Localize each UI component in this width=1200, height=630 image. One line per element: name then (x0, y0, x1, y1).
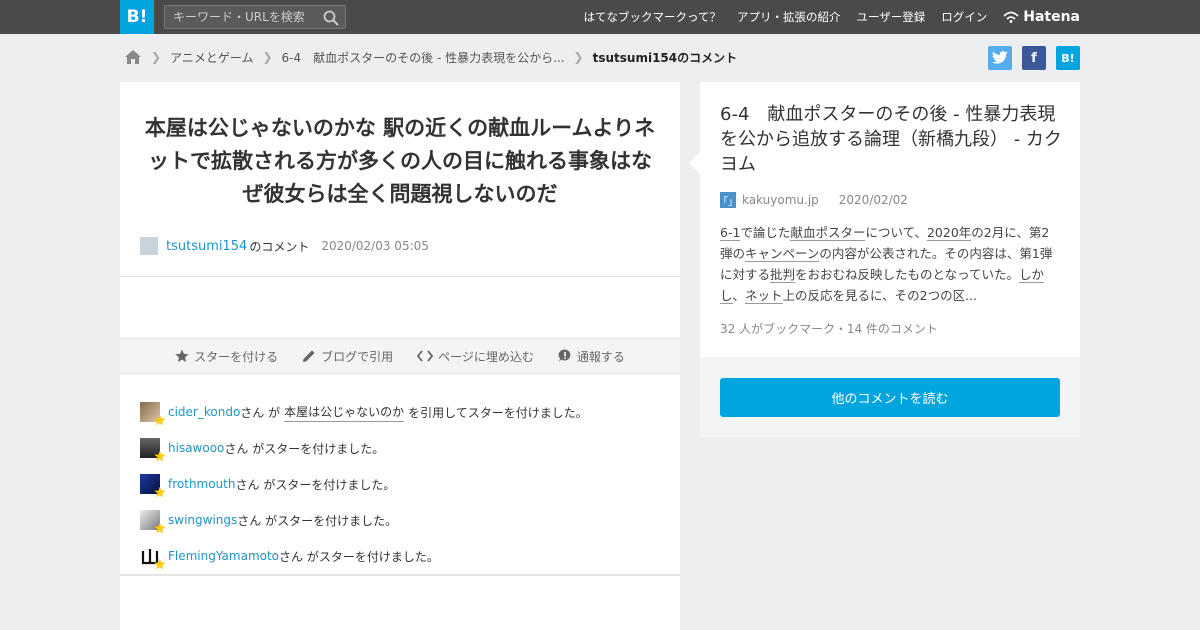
add-star-label: スターを付ける (194, 349, 279, 364)
keyword-link[interactable]: キャンペーン (745, 246, 820, 262)
breadcrumb-category[interactable]: アニメとゲーム (170, 49, 253, 66)
divider (120, 276, 680, 277)
star-user-link[interactable]: cider_kondo (168, 405, 240, 419)
comment-date[interactable]: 2020/02/03 05:05 (321, 239, 429, 253)
list-item: ★ frothmouth さん がスターを付けました。 (140, 466, 660, 502)
summary-text: をおおむね反映したものとなっていた。 (795, 267, 1020, 282)
yellow-star-icon: ★ (153, 521, 166, 537)
star-text: さん が (240, 405, 281, 420)
keyword-link[interactable]: 2020年 (926, 225, 972, 241)
star-text: さん がスターを付けました。 (237, 513, 398, 528)
star-user-link[interactable]: frothmouth (168, 477, 236, 491)
avatar[interactable]: ★ (140, 510, 166, 536)
avatar[interactable]: ★ (140, 438, 166, 464)
list-item: ★ cider_kondo さん が 本屋は公じゃないのか を引用してスターを付… (140, 394, 660, 430)
blog-quote-button[interactable]: ブログで引用 (302, 348, 393, 365)
keyword-link[interactable]: 批判 (770, 267, 796, 283)
nav-login-link[interactable]: ログイン (941, 9, 987, 25)
avatar[interactable]: ★ (140, 546, 166, 572)
entry-date: 2020/02/02 (838, 193, 908, 207)
hatena-wifi-icon (1003, 11, 1019, 23)
pencil-icon (303, 350, 315, 362)
chevron-right-icon: ❯ (151, 50, 162, 64)
keyword-link[interactable]: 献血ポスター (790, 225, 866, 241)
star-text: を引用してスターを付けました。 (408, 405, 588, 420)
kakuyomu-favicon-icon: 「」 (718, 192, 738, 208)
star-list: ★ cider_kondo さん が 本屋は公じゃないのか を引用してスターを付… (140, 394, 660, 574)
star-user-link[interactable]: swingwings (168, 513, 237, 527)
search-box[interactable] (164, 5, 346, 29)
avatar[interactable]: ★ (140, 402, 166, 428)
list-item: ★ FlemingYamamoto さん がスターを付けました。 (140, 538, 660, 574)
top-bar: B! はてなブックマークって？ アプリ・拡張の紹介 ユーザー登録 ログイン Ha… (0, 0, 1200, 34)
action-bar: スターを付ける ブログで引用 ページに埋め込む 通報する (120, 338, 680, 374)
list-item: ★ swingwings さん がスターを付けました。 (140, 502, 660, 538)
embed-label: ページに埋め込む (438, 349, 534, 364)
top-nav: はてなブックマークって？ アプリ・拡張の紹介 ユーザー登録 ログイン Haten… (568, 0, 1080, 34)
add-star-button[interactable]: スターを付ける (175, 348, 278, 365)
summary-text: 上の反応を見るに、その2つの区... (782, 288, 978, 303)
breadcrumb-current: tsutsumi154のコメント (592, 50, 738, 65)
star-icon (175, 349, 189, 362)
report-button[interactable]: 通報する (558, 348, 625, 365)
comment-card: 本屋は公じゃないのかな 駅の近くの献血ルームよりネットで拡散される方が多くの人の… (120, 82, 680, 630)
yellow-star-icon: ★ (153, 485, 166, 501)
chevron-right-icon: ❯ (573, 50, 584, 64)
blog-quote-label: ブログで引用 (321, 349, 394, 364)
search-input[interactable] (165, 6, 315, 28)
avatar[interactable] (140, 237, 158, 255)
twitter-share-icon[interactable] (988, 46, 1012, 70)
star-text: さん がスターを付けました。 (279, 549, 439, 564)
summary-text: で論じた (740, 225, 791, 240)
star-user-link[interactable]: hisawooo (168, 441, 224, 455)
star-text: さん がスターを付けました。 (224, 441, 385, 456)
list-item: ★ hisawooo さん がスターを付けました。 (140, 430, 660, 466)
comment-text: 本屋は公じゃないのかな 駅の近くの献血ルームよりネットで拡散される方が多くの人の… (144, 116, 656, 206)
entry-source: 「」 kakuyomu.jp 2020/02/02 (718, 192, 908, 208)
yellow-star-icon: ★ (153, 449, 166, 465)
read-other-comments-button[interactable]: 他のコメントを読む (720, 378, 1060, 417)
share-buttons: f B! (978, 46, 1080, 70)
facebook-share-icon[interactable]: f (1022, 46, 1046, 70)
report-icon (558, 349, 571, 362)
embed-button[interactable]: ページに埋め込む (417, 348, 534, 365)
hatena-bookmark-logo[interactable]: B! (120, 0, 154, 34)
bookmark-counts[interactable]: 32 人がブックマーク・14 件のコメント (720, 320, 938, 337)
summary-text: 、 (732, 288, 746, 303)
summary-text: について、 (865, 225, 927, 240)
star-text: さん がスターを付けました。 (235, 477, 396, 492)
search-icon[interactable] (323, 10, 339, 26)
breadcrumb-entry[interactable]: 6-4 献血ポスターのその後 - 性暴力表現を公から... (282, 49, 565, 66)
hatena-brand[interactable]: Hatena (1003, 9, 1080, 25)
card-pointer (689, 152, 700, 174)
entry-domain-link[interactable]: kakuyomu.jp (742, 193, 819, 207)
code-icon (417, 350, 434, 362)
star-quote[interactable]: 本屋は公じゃないのか (284, 403, 405, 422)
yellow-star-icon: ★ (153, 413, 166, 429)
comment-user-suffix: のコメント (249, 239, 310, 254)
hatena-brand-label: Hatena (1023, 9, 1080, 25)
chevron-right-icon: ❯ (262, 50, 273, 64)
entry-summary: 6-1で論じた献血ポスターについて、2020年の2月に、第2弾のキャンペーンの内… (720, 222, 1060, 306)
home-icon[interactable] (124, 49, 142, 65)
report-label: 通報する (576, 349, 625, 364)
comment-meta: tsutsumi154 のコメント 2020/02/03 05:05 (140, 237, 429, 255)
entry-card-footer: 他のコメントを読む (700, 357, 1080, 437)
nav-about-link[interactable]: はてなブックマークって？ (584, 9, 721, 25)
star-user-link[interactable]: FlemingYamamoto (168, 549, 279, 563)
keyword-link[interactable]: 6-1 (720, 225, 741, 241)
entry-title-link[interactable]: 6-4 献血ポスターのその後 - 性暴力表現を公から追放する論理（新橋九段） -… (720, 102, 1065, 177)
keyword-link[interactable]: ネット (745, 288, 783, 304)
breadcrumb: ❯ アニメとゲーム ❯ 6-4 献血ポスターのその後 - 性暴力表現を公から..… (124, 46, 737, 68)
nav-register-link[interactable]: ユーザー登録 (856, 9, 925, 25)
hatena-share-icon[interactable]: B! (1056, 46, 1080, 70)
comment-user-link[interactable]: tsutsumi154 (166, 239, 247, 254)
divider (120, 574, 680, 576)
avatar[interactable]: ★ (140, 474, 166, 500)
yellow-star-icon: ★ (153, 557, 166, 573)
nav-apps-link[interactable]: アプリ・拡張の紹介 (737, 9, 841, 25)
